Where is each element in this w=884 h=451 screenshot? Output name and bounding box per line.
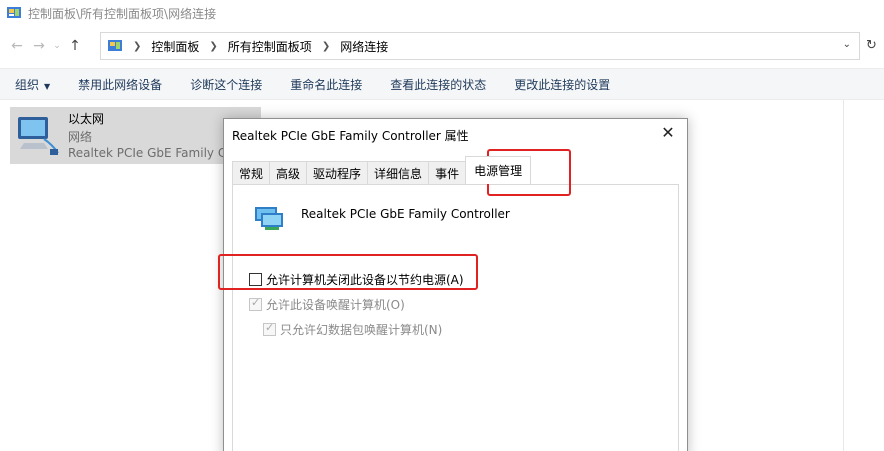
ethernet-adapter-icon: [18, 117, 59, 155]
allow-wake-checkbox: ✓: [249, 296, 262, 311]
up-arrow-icon[interactable]: ↑: [64, 35, 86, 57]
navigation-row: ← → ⌄ ↑ ❯ 控制面板 ❯ 所有控制面板项 ❯ 网络连接 ⌄: [0, 30, 884, 62]
view-status-button[interactable]: 查看此连接的状态: [376, 76, 500, 93]
forward-arrow-icon[interactable]: →: [28, 35, 50, 57]
breadcrumb-all-items[interactable]: 所有控制面板项: [228, 38, 312, 55]
window-titlebar: 控制面板\所有控制面板项\网络连接: [0, 0, 884, 26]
breadcrumb-network-connections[interactable]: 网络连接: [340, 38, 388, 55]
command-toolbar: 组织 ▼ 禁用此网络设备 诊断这个连接 重命名此连接 查看此连接的状态 更改此连接…: [0, 68, 884, 100]
chevron-right-icon: ❯: [321, 40, 331, 52]
breadcrumb-control-panel[interactable]: 控制面板: [151, 38, 199, 55]
chevron-right-icon: ❯: [209, 40, 218, 52]
magic-packet-label: 只允许幻数据包唤醒计算机(N): [280, 323, 443, 337]
network-adapter-icon: [255, 207, 283, 230]
caret-down-icon: ▼: [44, 81, 51, 91]
connection-status: 网络: [68, 130, 93, 144]
connection-name: 以太网: [68, 112, 105, 126]
refresh-icon[interactable]: ↻: [866, 38, 877, 53]
back-arrow-icon[interactable]: ←: [6, 35, 28, 57]
organize-label: 组织: [15, 77, 40, 92]
checkmark-icon: ✓: [265, 321, 275, 334]
magic-packet-option: ✓ 只允许幻数据包唤醒计算机(N): [263, 321, 442, 338]
chevron-down-icon[interactable]: ⌄: [843, 39, 851, 50]
connection-device: Realtek PCIe GbE Family Controller: [68, 146, 223, 160]
window-title: 控制面板\所有控制面板项\网络连接: [28, 6, 217, 21]
allow-wake-option: ✓ 允许此设备唤醒计算机(O): [249, 296, 405, 313]
recent-locations-chevron-icon[interactable]: ⌄: [50, 35, 64, 57]
address-bar[interactable]: ❯ 控制面板 ❯ 所有控制面板项 ❯ 网络连接 ⌄: [100, 32, 860, 60]
control-panel-icon: [7, 7, 21, 18]
rename-button[interactable]: 重命名此连接: [276, 76, 376, 93]
tab-details[interactable]: 详细信息: [367, 161, 430, 184]
disable-device-button[interactable]: 禁用此网络设备: [64, 76, 176, 93]
change-settings-button[interactable]: 更改此连接的设置: [500, 76, 624, 93]
organize-menu[interactable]: 组织 ▼: [0, 76, 64, 93]
power-management-panel: Realtek PCIe GbE Family Controller 允许计算机…: [232, 184, 679, 451]
pane-divider: [843, 100, 844, 451]
dialog-title: Realtek PCIe GbE Family Controller 属性: [232, 129, 469, 143]
device-name: Realtek PCIe GbE Family Controller: [301, 207, 510, 221]
dialog-tabs: 常规 高级 驱动程序 详细信息 事件 电源管理: [232, 156, 532, 184]
chevron-right-icon: ❯: [133, 40, 142, 52]
close-icon[interactable]: ✕: [657, 123, 679, 142]
tab-general[interactable]: 常规: [232, 161, 271, 184]
magic-packet-checkbox: ✓: [263, 321, 276, 336]
control-panel-icon: [108, 40, 122, 51]
highlight-power-off-option: [218, 254, 478, 290]
checkmark-icon: ✓: [251, 296, 261, 309]
tab-power-management[interactable]: 电源管理: [465, 156, 532, 184]
diagnose-button[interactable]: 诊断这个连接: [176, 76, 276, 93]
allow-wake-label: 允许此设备唤醒计算机(O): [266, 298, 405, 312]
tab-advanced[interactable]: 高级: [269, 161, 308, 184]
tab-driver[interactable]: 驱动程序: [306, 161, 369, 184]
tab-events[interactable]: 事件: [428, 161, 467, 184]
